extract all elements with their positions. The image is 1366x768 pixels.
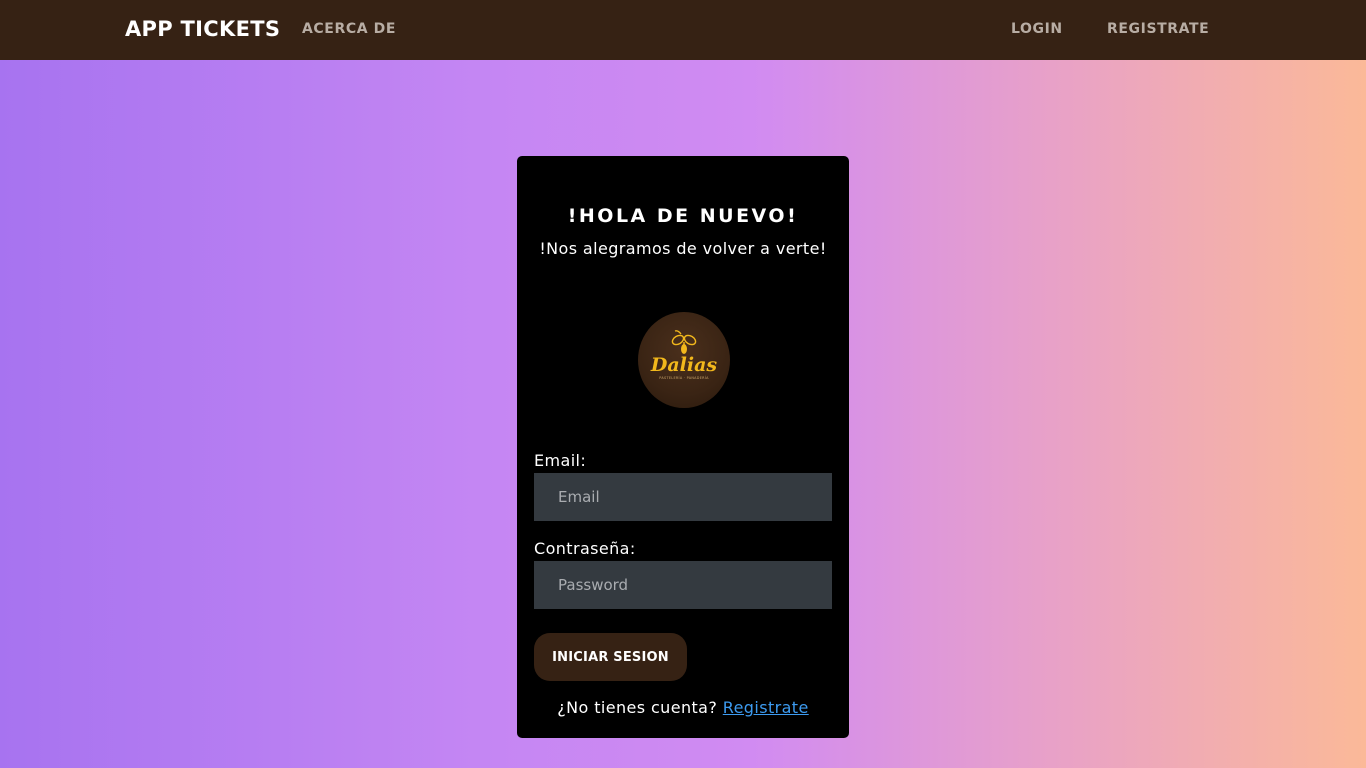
navbar: APP TICKETS ACERCA DE LOGIN REGISTRATE [0, 0, 1366, 60]
brand-logo-text[interactable]: APP TICKETS [125, 15, 280, 43]
dalias-logo: Dalias PASTELERÍA · PANADERÍA [638, 312, 730, 408]
register-link[interactable]: Registrate [723, 698, 809, 717]
login-button[interactable]: INICIAR SESION [534, 633, 687, 681]
email-label: Email: [534, 451, 587, 470]
nav-link-login[interactable]: LOGIN [1011, 20, 1063, 38]
password-label: Contraseña: [534, 539, 636, 558]
logo-tagline: PASTELERÍA · PANADERÍA [659, 375, 709, 380]
login-title: !HOLA DE NUEVO! [567, 205, 799, 227]
password-input[interactable] [534, 561, 832, 609]
nav-link-about[interactable]: ACERCA DE [302, 20, 396, 38]
login-card: !HOLA DE NUEVO! !Nos alegramos de volver… [517, 156, 849, 738]
email-input[interactable] [534, 473, 832, 521]
register-prompt: ¿No tienes cuenta? Registrate [517, 698, 849, 718]
logo-wordmark: Dalias [650, 354, 718, 376]
register-prompt-text: ¿No tienes cuenta? [557, 698, 718, 717]
login-subtitle: !Nos alegramos de volver a verte! [539, 239, 827, 258]
nav-link-register[interactable]: REGISTRATE [1107, 20, 1209, 38]
